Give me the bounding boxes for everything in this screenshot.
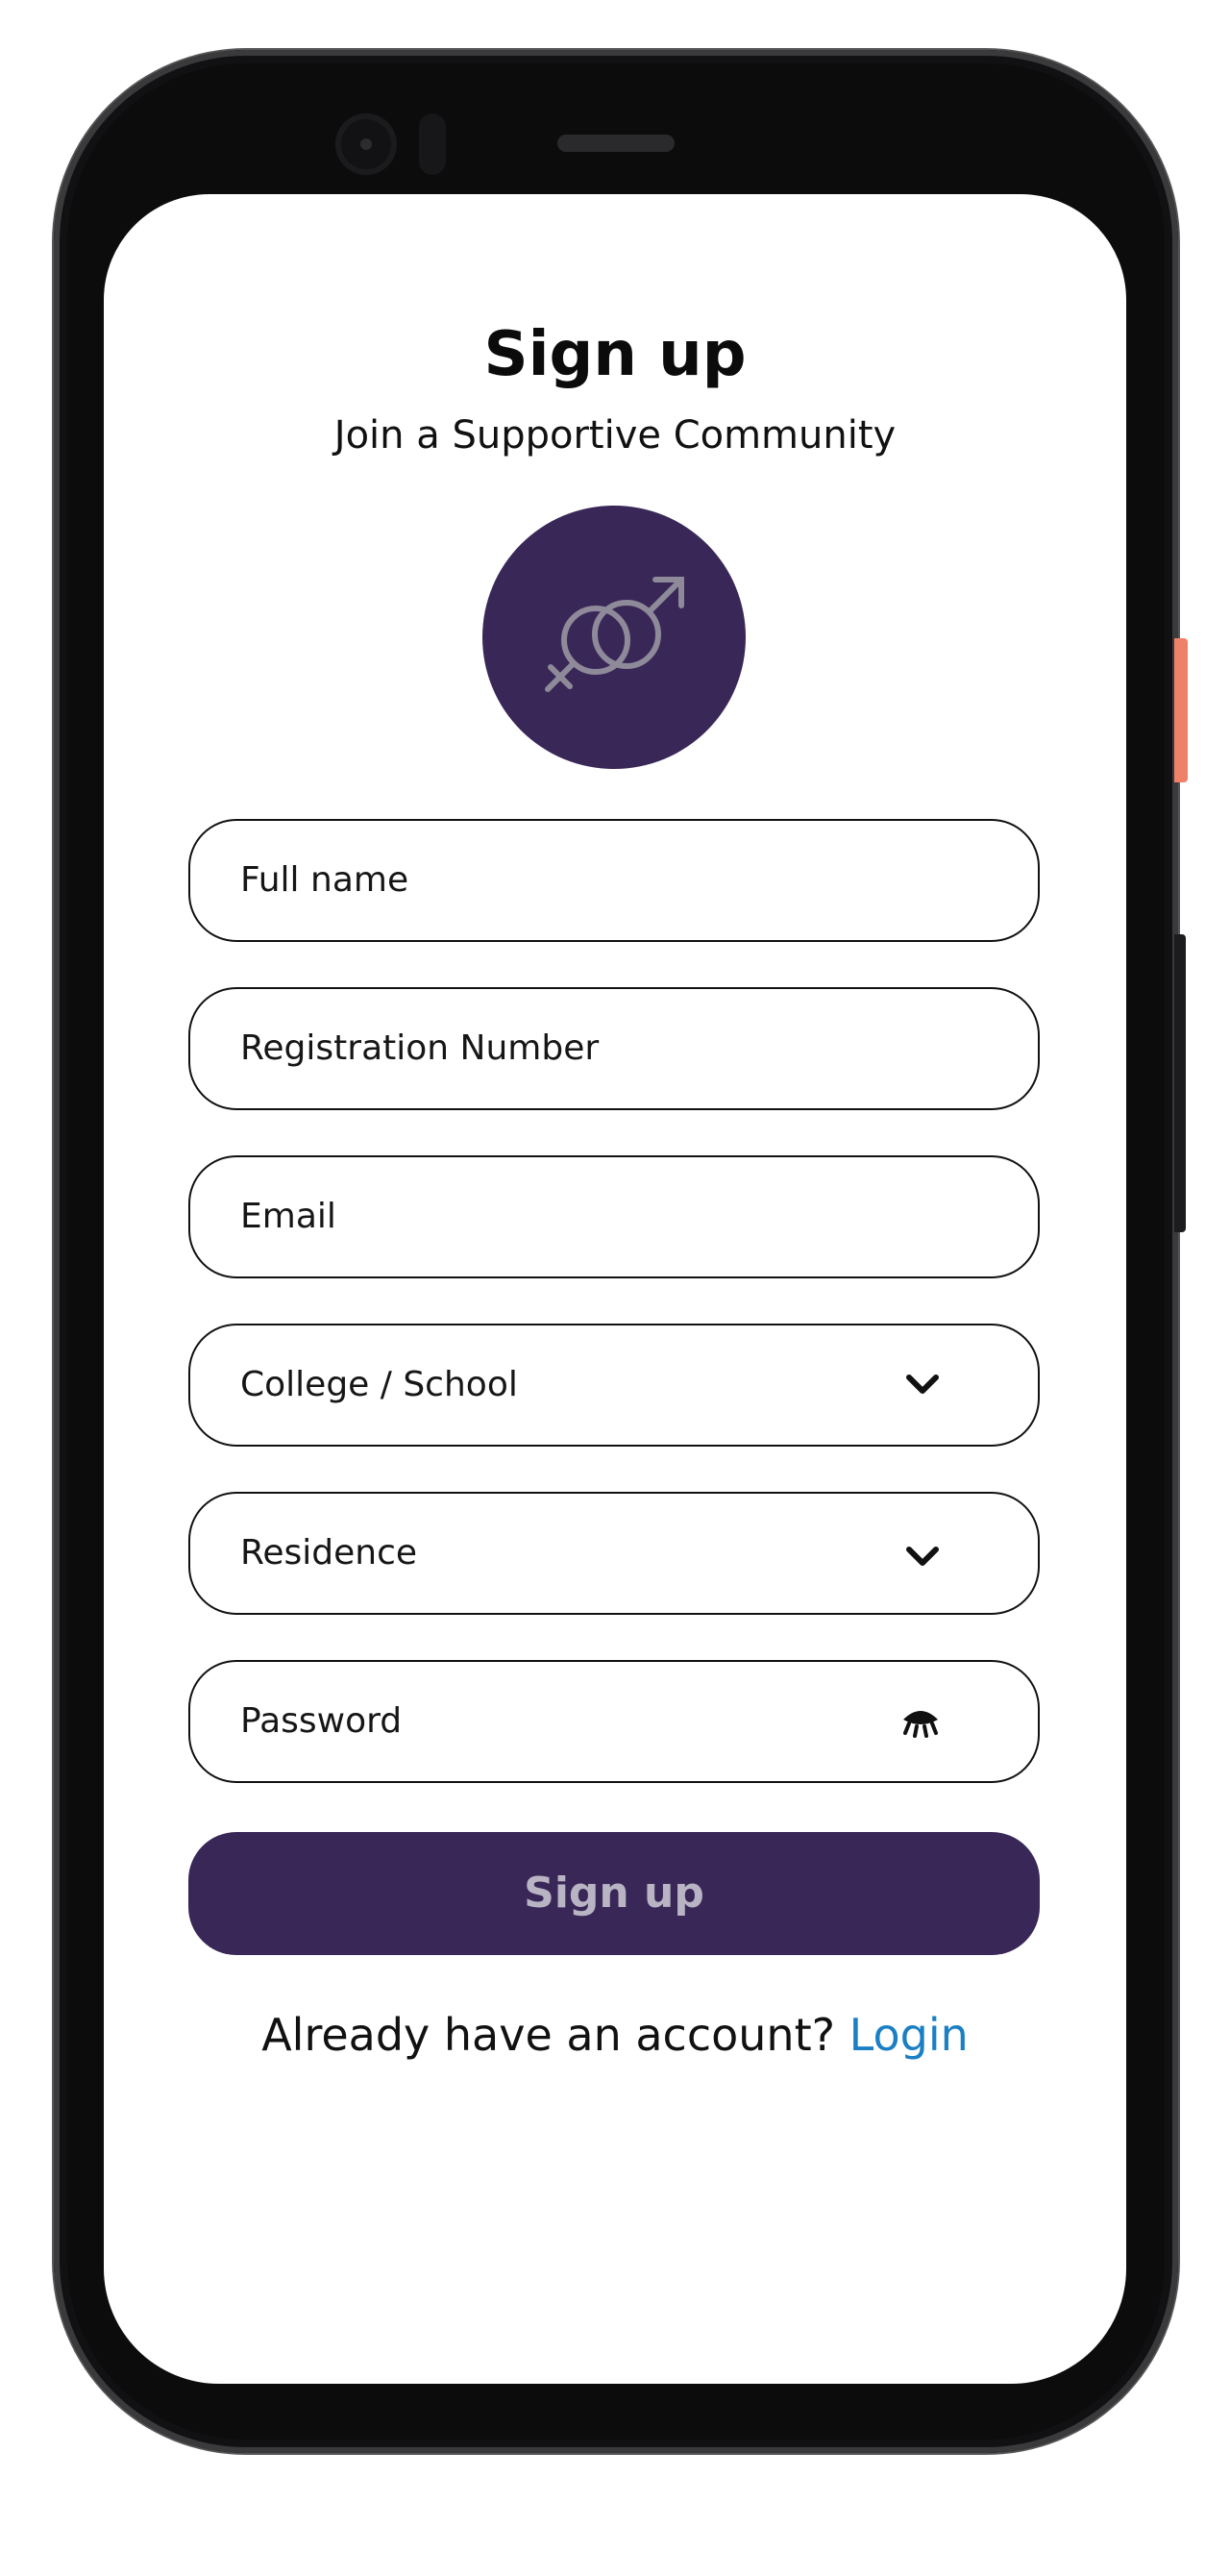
email-field[interactable]: Email: [188, 1155, 1040, 1278]
page-subtitle: Join a Supportive Community: [333, 413, 897, 458]
registration-number-placeholder: Registration Number: [240, 1028, 600, 1068]
camera-lens: [360, 138, 372, 150]
earpiece-speaker: [557, 135, 675, 152]
residence-placeholder: Residence: [240, 1533, 418, 1573]
volume-button: [1174, 934, 1186, 1232]
eye-closed-icon[interactable]: [899, 1704, 942, 1743]
front-camera-icon: [335, 113, 397, 175]
college-school-select[interactable]: College / School: [188, 1324, 1040, 1447]
college-school-placeholder: College / School: [240, 1365, 518, 1404]
device-frame: Sign up Join a Supportive Community Full…: [0, 0, 1230, 2576]
page-title: Sign up: [483, 319, 747, 390]
registration-number-field[interactable]: Registration Number: [188, 987, 1040, 1110]
chevron-down-icon[interactable]: [903, 1368, 942, 1402]
residence-select[interactable]: Residence: [188, 1492, 1040, 1615]
full-name-field[interactable]: Full name: [188, 819, 1040, 942]
signup-screen: Sign up Join a Supportive Community Full…: [104, 194, 1126, 2384]
login-prompt-row: Already have an account? Login: [104, 2009, 1126, 2061]
avatar: [482, 506, 746, 769]
full-name-placeholder: Full name: [240, 860, 409, 900]
power-button: [1174, 638, 1188, 782]
password-field[interactable]: Password: [188, 1660, 1040, 1783]
proximity-sensor: [419, 113, 446, 175]
chevron-down-icon[interactable]: [903, 1540, 942, 1574]
login-link[interactable]: Login: [849, 2009, 969, 2061]
password-placeholder: Password: [240, 1701, 403, 1741]
signup-button[interactable]: Sign up: [188, 1832, 1040, 1955]
gender-symbols-icon: [545, 577, 684, 692]
login-prompt-text: Already have an account?: [261, 2009, 836, 2061]
email-placeholder: Email: [240, 1197, 336, 1236]
